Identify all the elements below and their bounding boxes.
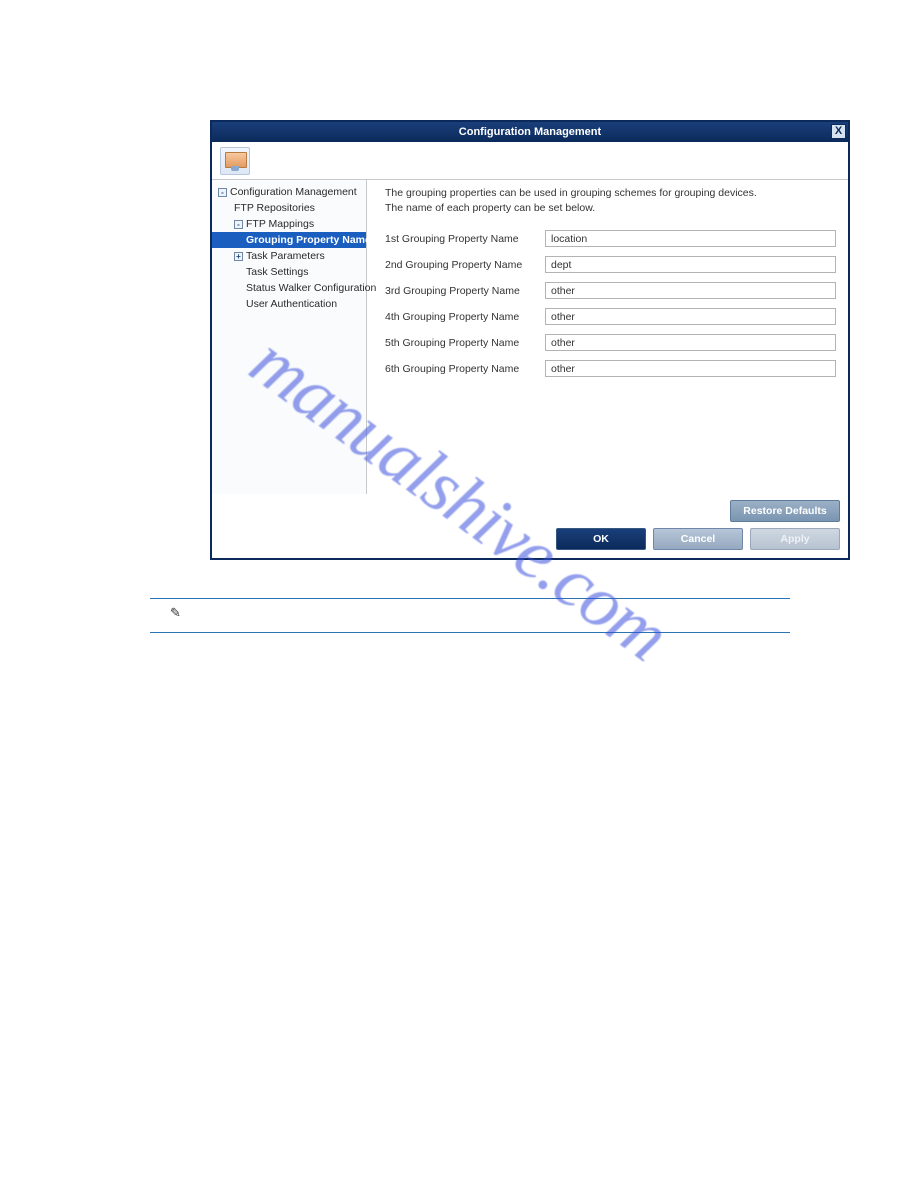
- nav-item-task-settings[interactable]: Task Settings: [212, 264, 366, 280]
- collapse-icon[interactable]: -: [218, 188, 227, 197]
- toolbar-strip: [212, 142, 848, 180]
- collapse-icon[interactable]: -: [234, 220, 243, 229]
- property-row-5: 5th Grouping Property Name: [385, 334, 836, 351]
- grouping-property-1-input[interactable]: [545, 230, 836, 247]
- property-label: 4th Grouping Property Name: [385, 311, 545, 323]
- intro-text: The grouping properties can be used in g…: [385, 186, 836, 216]
- nav-item-ftp-mappings[interactable]: - FTP Mappings: [212, 216, 366, 232]
- property-label: 2nd Grouping Property Name: [385, 259, 545, 271]
- grouping-property-2-input[interactable]: [545, 256, 836, 273]
- restore-defaults-button[interactable]: Restore Defaults: [730, 500, 840, 522]
- property-label: 6th Grouping Property Name: [385, 363, 545, 375]
- property-row-1: 1st Grouping Property Name: [385, 230, 836, 247]
- grouping-property-5-input[interactable]: [545, 334, 836, 351]
- dialog-button-row: OK Cancel Apply: [556, 528, 840, 550]
- grouping-property-6-input[interactable]: [545, 360, 836, 377]
- note-separator: [150, 632, 790, 633]
- nav-item-task-parameters[interactable]: + Task Parameters: [212, 248, 366, 264]
- expand-icon[interactable]: +: [234, 252, 243, 261]
- nav-label: Task Settings: [246, 266, 308, 278]
- app-icon: [220, 147, 250, 175]
- grouping-property-4-input[interactable]: [545, 308, 836, 325]
- property-row-6: 6th Grouping Property Name: [385, 360, 836, 377]
- nav-label: Status Walker Configuration: [246, 282, 376, 294]
- dialog-body: - Configuration Management FTP Repositor…: [212, 180, 848, 494]
- nav-item-config-management[interactable]: - Configuration Management: [212, 184, 366, 200]
- grouping-property-3-input[interactable]: [545, 282, 836, 299]
- apply-button[interactable]: Apply: [750, 528, 840, 550]
- property-label: 1st Grouping Property Name: [385, 233, 545, 245]
- property-label: 5th Grouping Property Name: [385, 337, 545, 349]
- property-row-2: 2nd Grouping Property Name: [385, 256, 836, 273]
- nav-tree: - Configuration Management FTP Repositor…: [212, 180, 367, 494]
- note-separator: [150, 598, 790, 599]
- nav-item-status-walker-config[interactable]: Status Walker Configuration: [212, 280, 366, 296]
- nav-label: User Authentication: [246, 298, 337, 310]
- nav-item-user-authentication[interactable]: User Authentication: [212, 296, 366, 312]
- nav-label: FTP Repositories: [234, 202, 315, 214]
- ok-button[interactable]: OK: [556, 528, 646, 550]
- dialog-buttons: Restore Defaults OK Cancel Apply: [212, 494, 848, 558]
- intro-line-1: The grouping properties can be used in g…: [385, 186, 836, 201]
- note-icon: ✎: [170, 605, 181, 621]
- config-management-dialog: Configuration Management X - Configurati…: [210, 120, 850, 560]
- nav-label: Task Parameters: [246, 250, 325, 262]
- content-panel: The grouping properties can be used in g…: [367, 180, 848, 494]
- nav-label: Grouping Property Name: [246, 234, 371, 246]
- property-row-4: 4th Grouping Property Name: [385, 308, 836, 325]
- cancel-button[interactable]: Cancel: [653, 528, 743, 550]
- nav-item-grouping-property-name[interactable]: Grouping Property Name: [212, 232, 366, 248]
- nav-label: FTP Mappings: [246, 218, 314, 230]
- property-label: 3rd Grouping Property Name: [385, 285, 545, 297]
- dialog-title: Configuration Management: [459, 126, 601, 138]
- property-row-3: 3rd Grouping Property Name: [385, 282, 836, 299]
- intro-line-2: The name of each property can be set bel…: [385, 201, 836, 216]
- nav-label: Configuration Management: [230, 186, 357, 198]
- close-icon[interactable]: X: [831, 124, 846, 139]
- dialog-titlebar: Configuration Management X: [212, 122, 848, 142]
- nav-item-ftp-repositories[interactable]: FTP Repositories: [212, 200, 366, 216]
